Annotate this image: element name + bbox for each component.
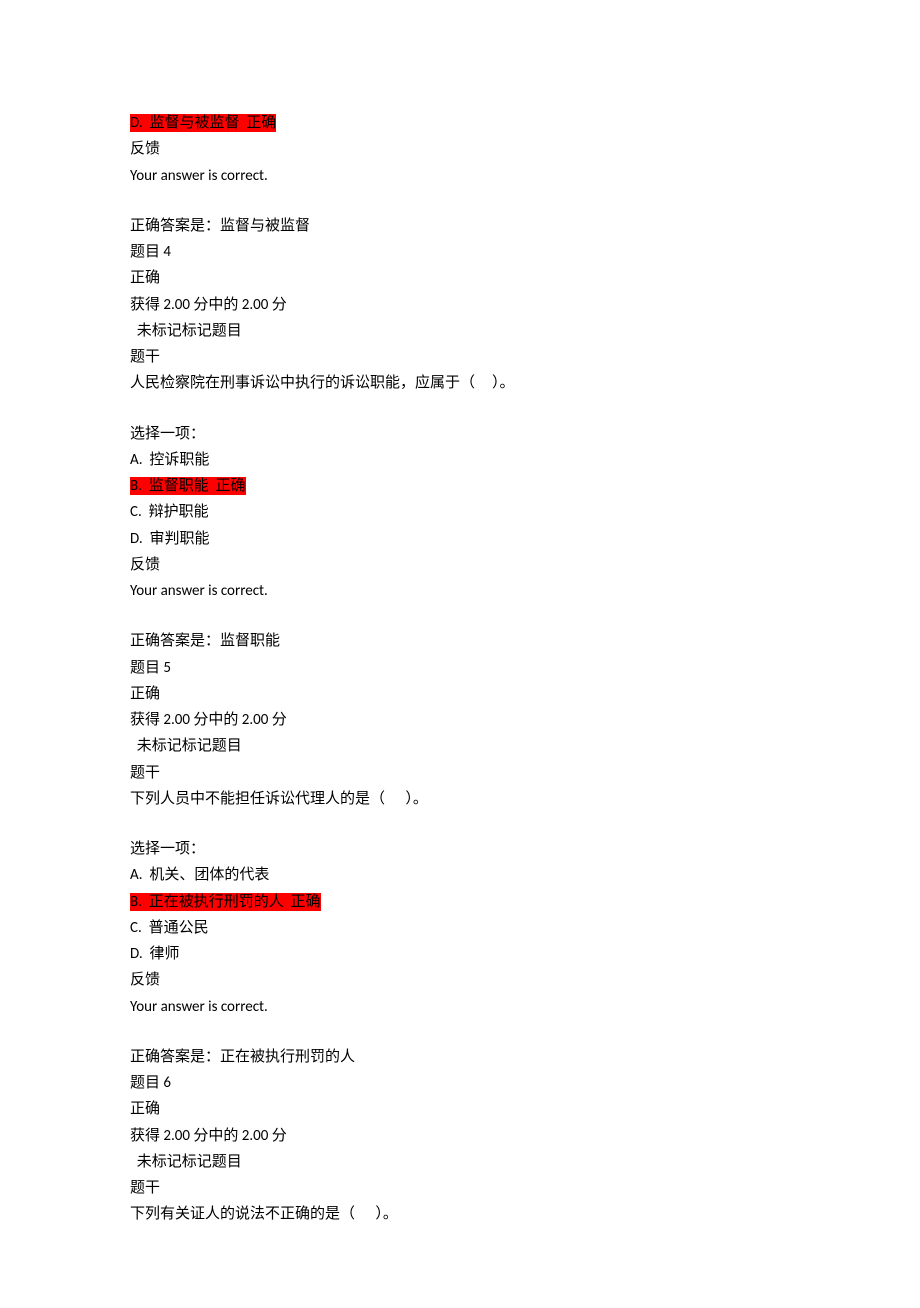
- q6-flag: 未标记标记题目: [130, 1149, 790, 1175]
- q5-title: 题目 5: [130, 655, 790, 681]
- spacer: [130, 604, 790, 628]
- q3-option-d: D. 监督与被监督 正确: [130, 110, 790, 136]
- q5-option-c: C. 普通公民: [130, 915, 790, 941]
- q4-score: 获得 2.00 分中的 2.00 分: [130, 292, 790, 318]
- q5-status: 正确: [130, 681, 790, 707]
- q6-title: 题目 6: [130, 1070, 790, 1096]
- q6-stem-label: 题干: [130, 1175, 790, 1201]
- q4-stem-label: 题干: [130, 344, 790, 370]
- spacer: [130, 1020, 790, 1044]
- q4-option-a: A. 控诉职能: [130, 447, 790, 473]
- q6-status: 正确: [130, 1096, 790, 1122]
- q5-option-b: B. 正在被执行刑罚的人 正确: [130, 889, 790, 915]
- q3-option-d-highlight: D. 监督与被监督 正确: [130, 114, 276, 132]
- q5-option-d: D. 律师: [130, 941, 790, 967]
- q3-feedback-label: 反馈: [130, 136, 790, 162]
- spacer: [130, 397, 790, 421]
- q4-option-b: B. 监督职能 正确: [130, 473, 790, 499]
- q4-option-c: C. 辩护职能: [130, 499, 790, 525]
- q4-correct-answer: 正确答案是：监督职能: [130, 628, 790, 654]
- q5-choose-label: 选择一项：: [130, 836, 790, 862]
- q4-stem-text: 人民检察院在刑事诉讼中执行的诉讼职能，应属于（ ）。: [130, 370, 790, 396]
- q4-feedback-label: 反馈: [130, 552, 790, 578]
- q5-feedback-text: Your answer is correct.: [130, 994, 790, 1020]
- q5-feedback-label: 反馈: [130, 967, 790, 993]
- q5-option-b-highlight: B. 正在被执行刑罚的人 正确: [130, 893, 321, 911]
- q4-choose-label: 选择一项：: [130, 421, 790, 447]
- page-container: D. 监督与被监督 正确 反馈 Your answer is correct. …: [0, 0, 920, 1308]
- q3-feedback-text: Your answer is correct.: [130, 163, 790, 189]
- q4-title: 题目 4: [130, 239, 790, 265]
- q5-stem-text: 下列人员中不能担任诉讼代理人的是（ ）。: [130, 786, 790, 812]
- q4-status: 正确: [130, 265, 790, 291]
- q5-flag: 未标记标记题目: [130, 733, 790, 759]
- q5-score: 获得 2.00 分中的 2.00 分: [130, 707, 790, 733]
- q4-flag: 未标记标记题目: [130, 318, 790, 344]
- q6-stem-text: 下列有关证人的说法不正确的是（ ）。: [130, 1201, 790, 1227]
- spacer: [130, 812, 790, 836]
- q4-feedback-text: Your answer is correct.: [130, 578, 790, 604]
- q5-correct-answer: 正确答案是：正在被执行刑罚的人: [130, 1044, 790, 1070]
- q6-score: 获得 2.00 分中的 2.00 分: [130, 1123, 790, 1149]
- q4-option-b-highlight: B. 监督职能 正确: [130, 477, 246, 495]
- spacer: [130, 189, 790, 213]
- q4-option-d: D. 审判职能: [130, 526, 790, 552]
- q5-option-a: A. 机关、团体的代表: [130, 862, 790, 888]
- q3-correct-answer: 正确答案是：监督与被监督: [130, 213, 790, 239]
- q5-stem-label: 题干: [130, 760, 790, 786]
